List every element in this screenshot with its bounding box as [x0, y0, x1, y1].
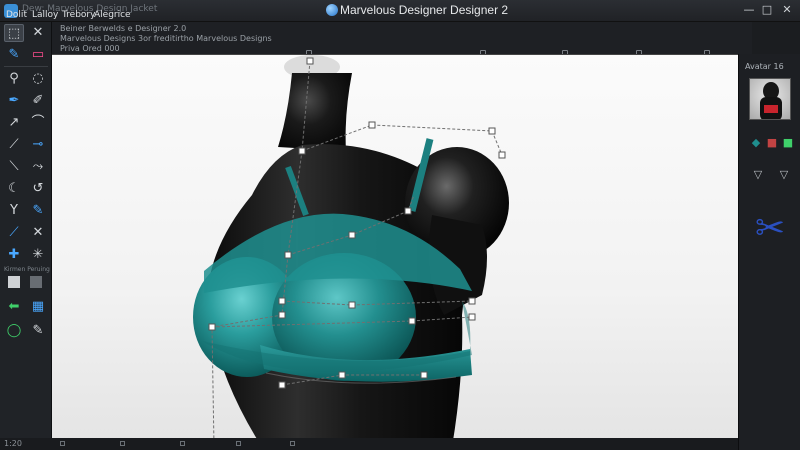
info-line-2: Marvelous Designs 3or freditirtho Marvel…	[60, 34, 272, 43]
status-handle[interactable]	[180, 441, 185, 446]
menu-item-alegrice[interactable]: Alegrice	[94, 10, 131, 20]
right-panel: Avatar 16 ◆ ■ ■ ▽ ▽ ✂	[738, 54, 800, 450]
sew-icon[interactable]: Y	[4, 202, 24, 220]
transform-icon[interactable]: ✕	[28, 24, 48, 42]
curve-icon[interactable]: ⌒	[28, 114, 48, 132]
globe-icon	[326, 4, 338, 16]
move-arrow-icon[interactable]: ⬅	[4, 298, 24, 316]
status-handle[interactable]	[120, 441, 125, 446]
pen-icon[interactable]: ✒	[4, 92, 24, 110]
zipper-icon[interactable]: ✚	[4, 246, 24, 264]
select-pattern-icon[interactable]: ⬚	[4, 24, 24, 42]
fold-icon[interactable]: ⤳	[28, 158, 48, 176]
needle-icon[interactable]: ⟋	[4, 136, 24, 154]
status-coordinate: 1:20	[4, 439, 22, 448]
zoom-icon[interactable]: ⚲	[4, 70, 24, 88]
status-handle[interactable]	[60, 441, 65, 446]
grid-icon[interactable]: ▦	[28, 298, 48, 316]
tack-icon[interactable]: ⊸	[28, 136, 48, 154]
stitch-icon[interactable]: ⟋	[4, 224, 24, 242]
pin-icon[interactable]: ✎	[28, 202, 48, 220]
lasso-icon[interactable]: ◌	[28, 70, 48, 88]
funnel-outline-icon[interactable]: ▽	[777, 168, 791, 182]
menu-bar: Dolit Lalloy Trebory Alegrice	[0, 8, 200, 22]
avatar-thumbnail[interactable]	[749, 78, 791, 120]
close-button[interactable]: ✕	[780, 4, 794, 16]
scissors-icon[interactable]: ✂	[755, 204, 785, 254]
edit-pattern-icon[interactable]: ✎	[4, 46, 24, 64]
toolbar-caption: Kirmen Peruing	[4, 266, 50, 273]
status-handle[interactable]	[290, 441, 295, 446]
menu-item-lalloy[interactable]: Lalloy	[32, 10, 58, 20]
layer-icon[interactable]: ■	[781, 136, 795, 150]
cross-icon[interactable]: ✕	[28, 224, 48, 242]
funnel-icon[interactable]: ▽	[751, 168, 765, 182]
fabric-icon[interactable]: ▭	[28, 46, 48, 64]
maximize-button[interactable]: □	[760, 4, 774, 16]
swatch-dark-icon[interactable]	[30, 276, 42, 288]
simulate-icon[interactable]: ◯	[4, 322, 24, 340]
menu-item-dolit[interactable]: Dolit	[6, 10, 27, 20]
garment-scene	[193, 55, 509, 446]
arc-icon[interactable]: ☾	[4, 180, 24, 198]
status-handle[interactable]	[236, 441, 241, 446]
edit-icon[interactable]: ✎	[28, 322, 48, 340]
status-bar: 1:20	[0, 438, 738, 450]
swatch-light-icon[interactable]	[8, 276, 20, 288]
snowflake-icon[interactable]: ✳	[28, 246, 48, 264]
menu-item-trebory[interactable]: Trebory	[62, 10, 95, 20]
info-line-1: Beiner Berwelds e Designer 2.0	[60, 24, 187, 33]
measure-icon[interactable]: ↗	[4, 114, 24, 132]
knife-icon[interactable]: ⟍	[4, 158, 24, 176]
color-icon[interactable]: ■	[765, 136, 779, 150]
rotate-icon[interactable]: ↺	[28, 180, 48, 198]
avatar-preview	[760, 82, 782, 119]
3d-viewport[interactable]	[52, 54, 738, 446]
garment-icon[interactable]: ◆	[749, 136, 763, 150]
avatar-panel-header: Avatar 16	[745, 62, 784, 71]
left-toolbar: ⬚ ✕ ✎ ▭ ⚲ ◌ ✒ ✐ ↗ ⌒ ⟋ ⊸ ⟍ ⤳ ☾ ↺ Y ✎ ⟋ ✕ …	[0, 22, 52, 450]
brush-icon[interactable]: ✐	[28, 92, 48, 110]
window-title: Marvelous Designer Designer 2	[340, 3, 509, 17]
minimize-button[interactable]: —	[742, 4, 756, 16]
